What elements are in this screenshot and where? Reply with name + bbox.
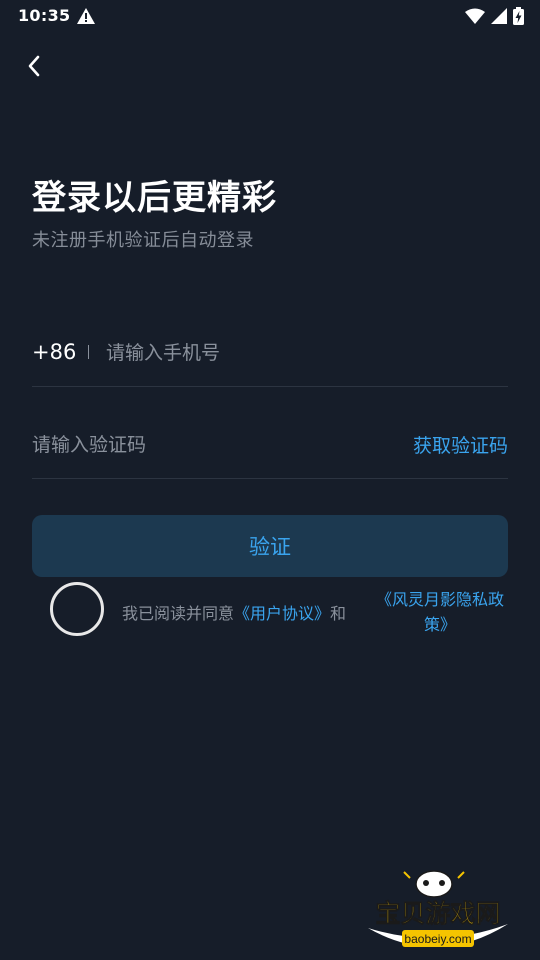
- chevron-left-icon: [28, 55, 40, 77]
- agreement-text: 我已阅读并同意《用户协议》和: [122, 600, 346, 624]
- verify-button[interactable]: 验证: [32, 515, 508, 577]
- country-code-divider: [88, 345, 89, 359]
- warning-icon: [77, 8, 95, 24]
- agreement-checkbox[interactable]: [50, 582, 104, 636]
- code-row: 获取验证码: [32, 414, 508, 479]
- privacy-policy-link[interactable]: 《风灵月影隐私政策》: [370, 587, 510, 637]
- user-agreement-link[interactable]: 《用户协议》: [234, 604, 330, 623]
- battery-charging-icon: [513, 7, 524, 25]
- phone-input[interactable]: [106, 336, 496, 370]
- cellular-signal-icon: [491, 8, 507, 24]
- wifi-icon: [465, 8, 485, 24]
- agreement-conjunction: 和: [330, 604, 347, 623]
- page-subtitle: 未注册手机验证后自动登录: [32, 230, 254, 251]
- get-code-button[interactable]: 获取验证码: [413, 431, 508, 458]
- status-time: 10:35: [18, 6, 71, 25]
- page-title: 登录以后更精彩: [32, 178, 277, 218]
- watermark-logo: baobeiy.com 宝贝游戏网: [358, 864, 518, 954]
- agreement-prefix: 我已阅读并同意: [122, 604, 235, 623]
- status-bar: 10:35: [0, 0, 540, 34]
- verification-code-input[interactable]: [32, 428, 362, 462]
- country-code[interactable]: +86: [32, 340, 76, 364]
- phone-row: +86: [32, 322, 508, 387]
- status-icons: [465, 7, 524, 25]
- back-button[interactable]: [18, 50, 50, 82]
- watermark-brand: 宝贝游戏网: [375, 899, 500, 928]
- watermark-domain: baobeiy.com: [404, 932, 471, 946]
- login-screen: 10:35 登录以后更精彩 未注册手机验证后自动登录 +86 请输入手机号 请输…: [0, 0, 540, 960]
